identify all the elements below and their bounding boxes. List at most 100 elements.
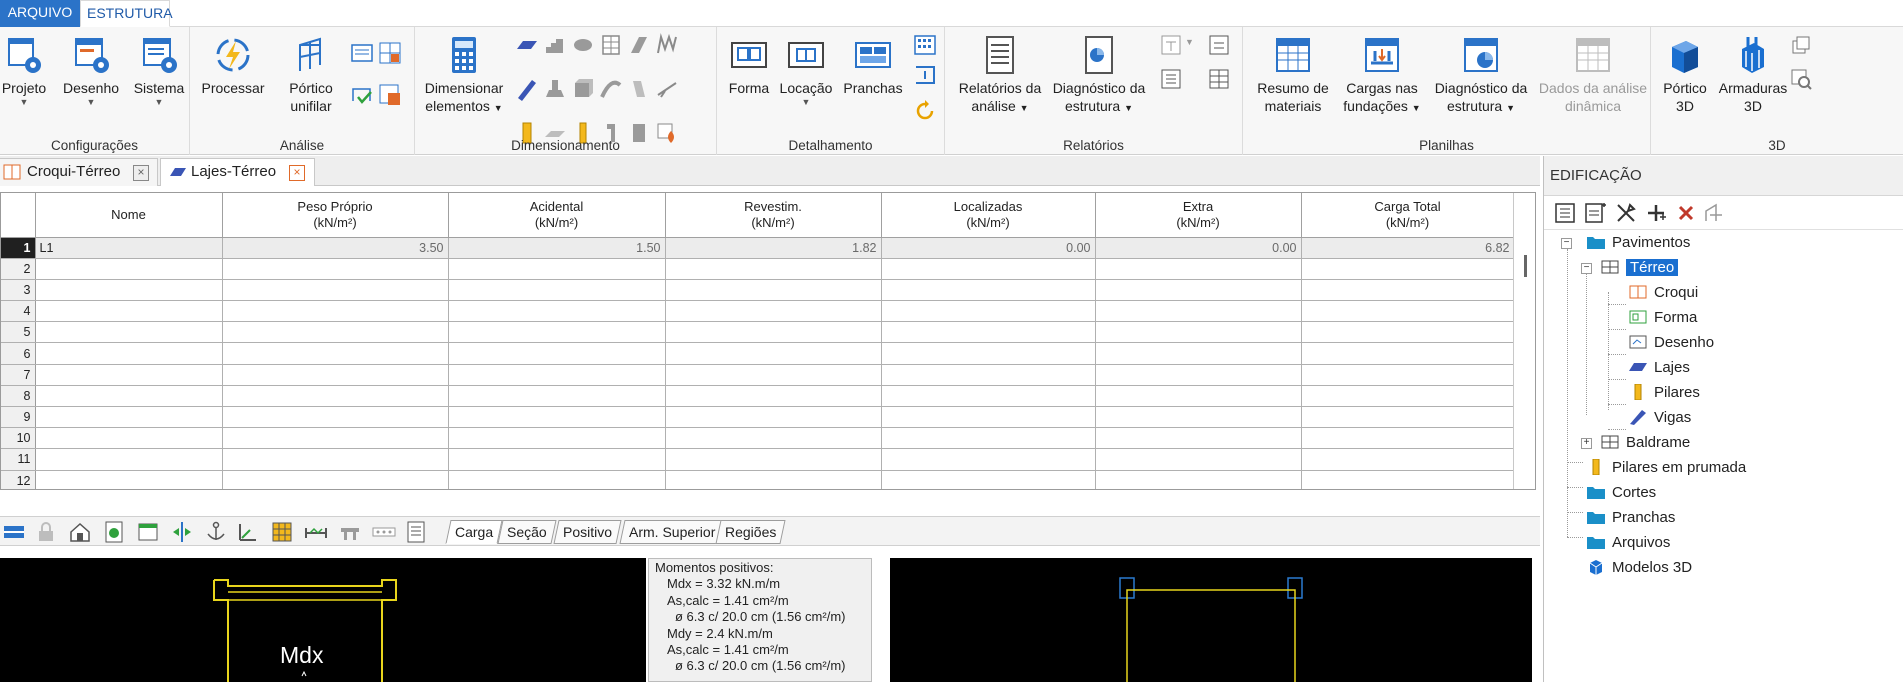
cell-acidental[interactable]: 1.50 [448,237,666,259]
empty-cell[interactable] [35,448,223,471]
text-report-icon[interactable] [1159,33,1183,57]
row-number[interactable]: 12 [1,470,36,489]
document-green-icon[interactable] [102,520,126,544]
row-number[interactable]: 8 [1,385,36,408]
tree-node-croqui[interactable]: Croqui [1628,282,1698,304]
resumo-materiais-button[interactable]: Resumo de materiais [1253,33,1333,115]
support-icon[interactable] [655,77,679,101]
folded-plate-icon[interactable] [655,33,679,57]
empty-cell[interactable] [881,321,1096,344]
table-report-icon[interactable] [1207,67,1231,91]
empty-cell[interactable] [665,364,882,386]
empty-cell[interactable] [222,342,449,365]
col-header-acidental[interactable]: Acidental (kN/m²) [448,193,666,238]
dados-analise-dinamica-button[interactable]: Dados da análise dinâmica [1537,33,1649,115]
col-header-localizadas[interactable]: Localizadas (kN/m²) [881,193,1096,238]
menu-tab-estrutura[interactable]: ESTRUTURA [80,0,173,27]
cargas-fundacoes-button[interactable]: Cargas nas fundações ▼ [1339,33,1425,117]
formula-report-icon[interactable] [1207,33,1231,57]
tree-node-forma[interactable]: Forma [1628,307,1697,329]
dots-bar-icon[interactable] [372,520,396,544]
list-report-icon[interactable] [1159,67,1183,91]
grid-warning-icon[interactable] [378,83,402,107]
table-row[interactable]: 9 [1,406,1515,429]
tab-lajes-terreo[interactable]: Lajes-Térreo × [160,158,315,186]
row-number[interactable]: 3 [1,279,36,302]
empty-cell[interactable] [1095,406,1302,429]
empty-cell[interactable] [881,406,1096,429]
tree-view-icon[interactable] [1554,201,1578,225]
cell-carga-total[interactable]: 6.82 [1301,237,1515,259]
empty-cell[interactable] [448,279,666,302]
col-header-carga-total[interactable]: Carga Total (kN/m²) [1301,193,1515,238]
empty-cell[interactable] [35,364,223,386]
empty-cell[interactable] [448,321,666,344]
pranchas-button[interactable]: Pranchas [841,33,905,97]
span-icon[interactable] [304,520,328,544]
portico-3d-button[interactable]: Pórtico 3D [1655,33,1715,115]
empty-cell[interactable] [1095,258,1302,280]
empty-cell[interactable] [222,406,449,429]
row-number[interactable]: 7 [1,364,36,386]
tab-regioes[interactable]: Regiões [715,520,786,544]
tree-node-terreo[interactable]: Térreo [1600,257,1679,279]
empty-cell[interactable] [448,448,666,471]
tree-node-pranchas[interactable]: Pranchas [1586,507,1675,529]
vertical-scrollbar[interactable] [1513,193,1535,489]
table-row[interactable]: 4 [1,300,1515,323]
row-number[interactable]: 10 [1,427,36,450]
forma-button[interactable]: Forma [727,33,771,97]
empty-cell[interactable] [222,448,449,471]
empty-cell[interactable] [1301,427,1515,450]
close-icon[interactable]: × [133,165,149,181]
empty-cell[interactable] [1301,406,1515,429]
dimensionar-elementos-button[interactable]: Dimensionar elementos ▼ [423,33,505,117]
section-drawing-canvas[interactable] [890,558,1532,682]
empty-cell[interactable] [1095,448,1302,471]
empty-cell[interactable] [881,427,1096,450]
row-number[interactable]: 5 [1,321,36,344]
col-header-revestim[interactable]: Revestim. (kN/m²) [665,193,882,238]
col-header-nome[interactable]: Nome [35,193,223,238]
tab-carga[interactable]: Carga [445,520,503,544]
col-header-peso-proprio[interactable]: Peso Próprio (kN/m²) [222,193,449,238]
empty-cell[interactable] [222,279,449,302]
empty-cell[interactable] [881,448,1096,471]
add-icon[interactable] [1644,201,1668,225]
collapse-toggle[interactable]: − [1561,238,1572,249]
scrollbar-thumb[interactable] [1524,255,1527,277]
empty-cell[interactable] [448,427,666,450]
empty-cell[interactable] [881,470,1096,489]
cell-nome[interactable]: L1 [35,237,223,259]
empty-cell[interactable] [1301,448,1515,471]
table-row[interactable]: 3 [1,279,1515,302]
empty-cell[interactable] [35,470,223,489]
cell-revestim[interactable]: 1.82 [665,237,882,259]
empty-cell[interactable] [448,385,666,408]
empty-cell[interactable] [1095,300,1302,323]
axes-icon[interactable] [236,520,260,544]
empty-cell[interactable] [881,300,1096,323]
empty-cell[interactable] [1095,279,1302,302]
empty-cell[interactable] [665,470,882,489]
report-page-icon[interactable] [404,520,428,544]
cell-extra[interactable]: 0.00 [1095,237,1302,259]
empty-cell[interactable] [665,406,882,429]
cell-peso-proprio[interactable]: 3.50 [222,237,449,259]
empty-cell[interactable] [35,258,223,280]
empty-cell[interactable] [665,279,882,302]
diagnostico-estrutura-sheet-button[interactable]: Diagnóstico da estrutura ▼ [1429,33,1533,117]
locacao-button[interactable]: Locação ▼ [777,33,835,107]
tree-node-pavimentos[interactable]: Pavimentos [1586,232,1690,254]
tree-node-pilares-prumada[interactable]: Pilares em prumada [1586,457,1746,479]
empty-cell[interactable] [665,258,882,280]
tab-croqui-terreo[interactable]: Croqui-Térreo × [0,158,158,186]
wall-grid-icon[interactable] [599,33,623,57]
empty-cell[interactable] [665,385,882,408]
empty-cell[interactable] [35,300,223,323]
empty-cell[interactable] [35,279,223,302]
empty-cell[interactable] [1301,470,1515,489]
close-icon[interactable]: × [289,165,305,181]
empty-cell[interactable] [35,342,223,365]
chevron-down-icon[interactable]: ▼ [1185,37,1194,47]
